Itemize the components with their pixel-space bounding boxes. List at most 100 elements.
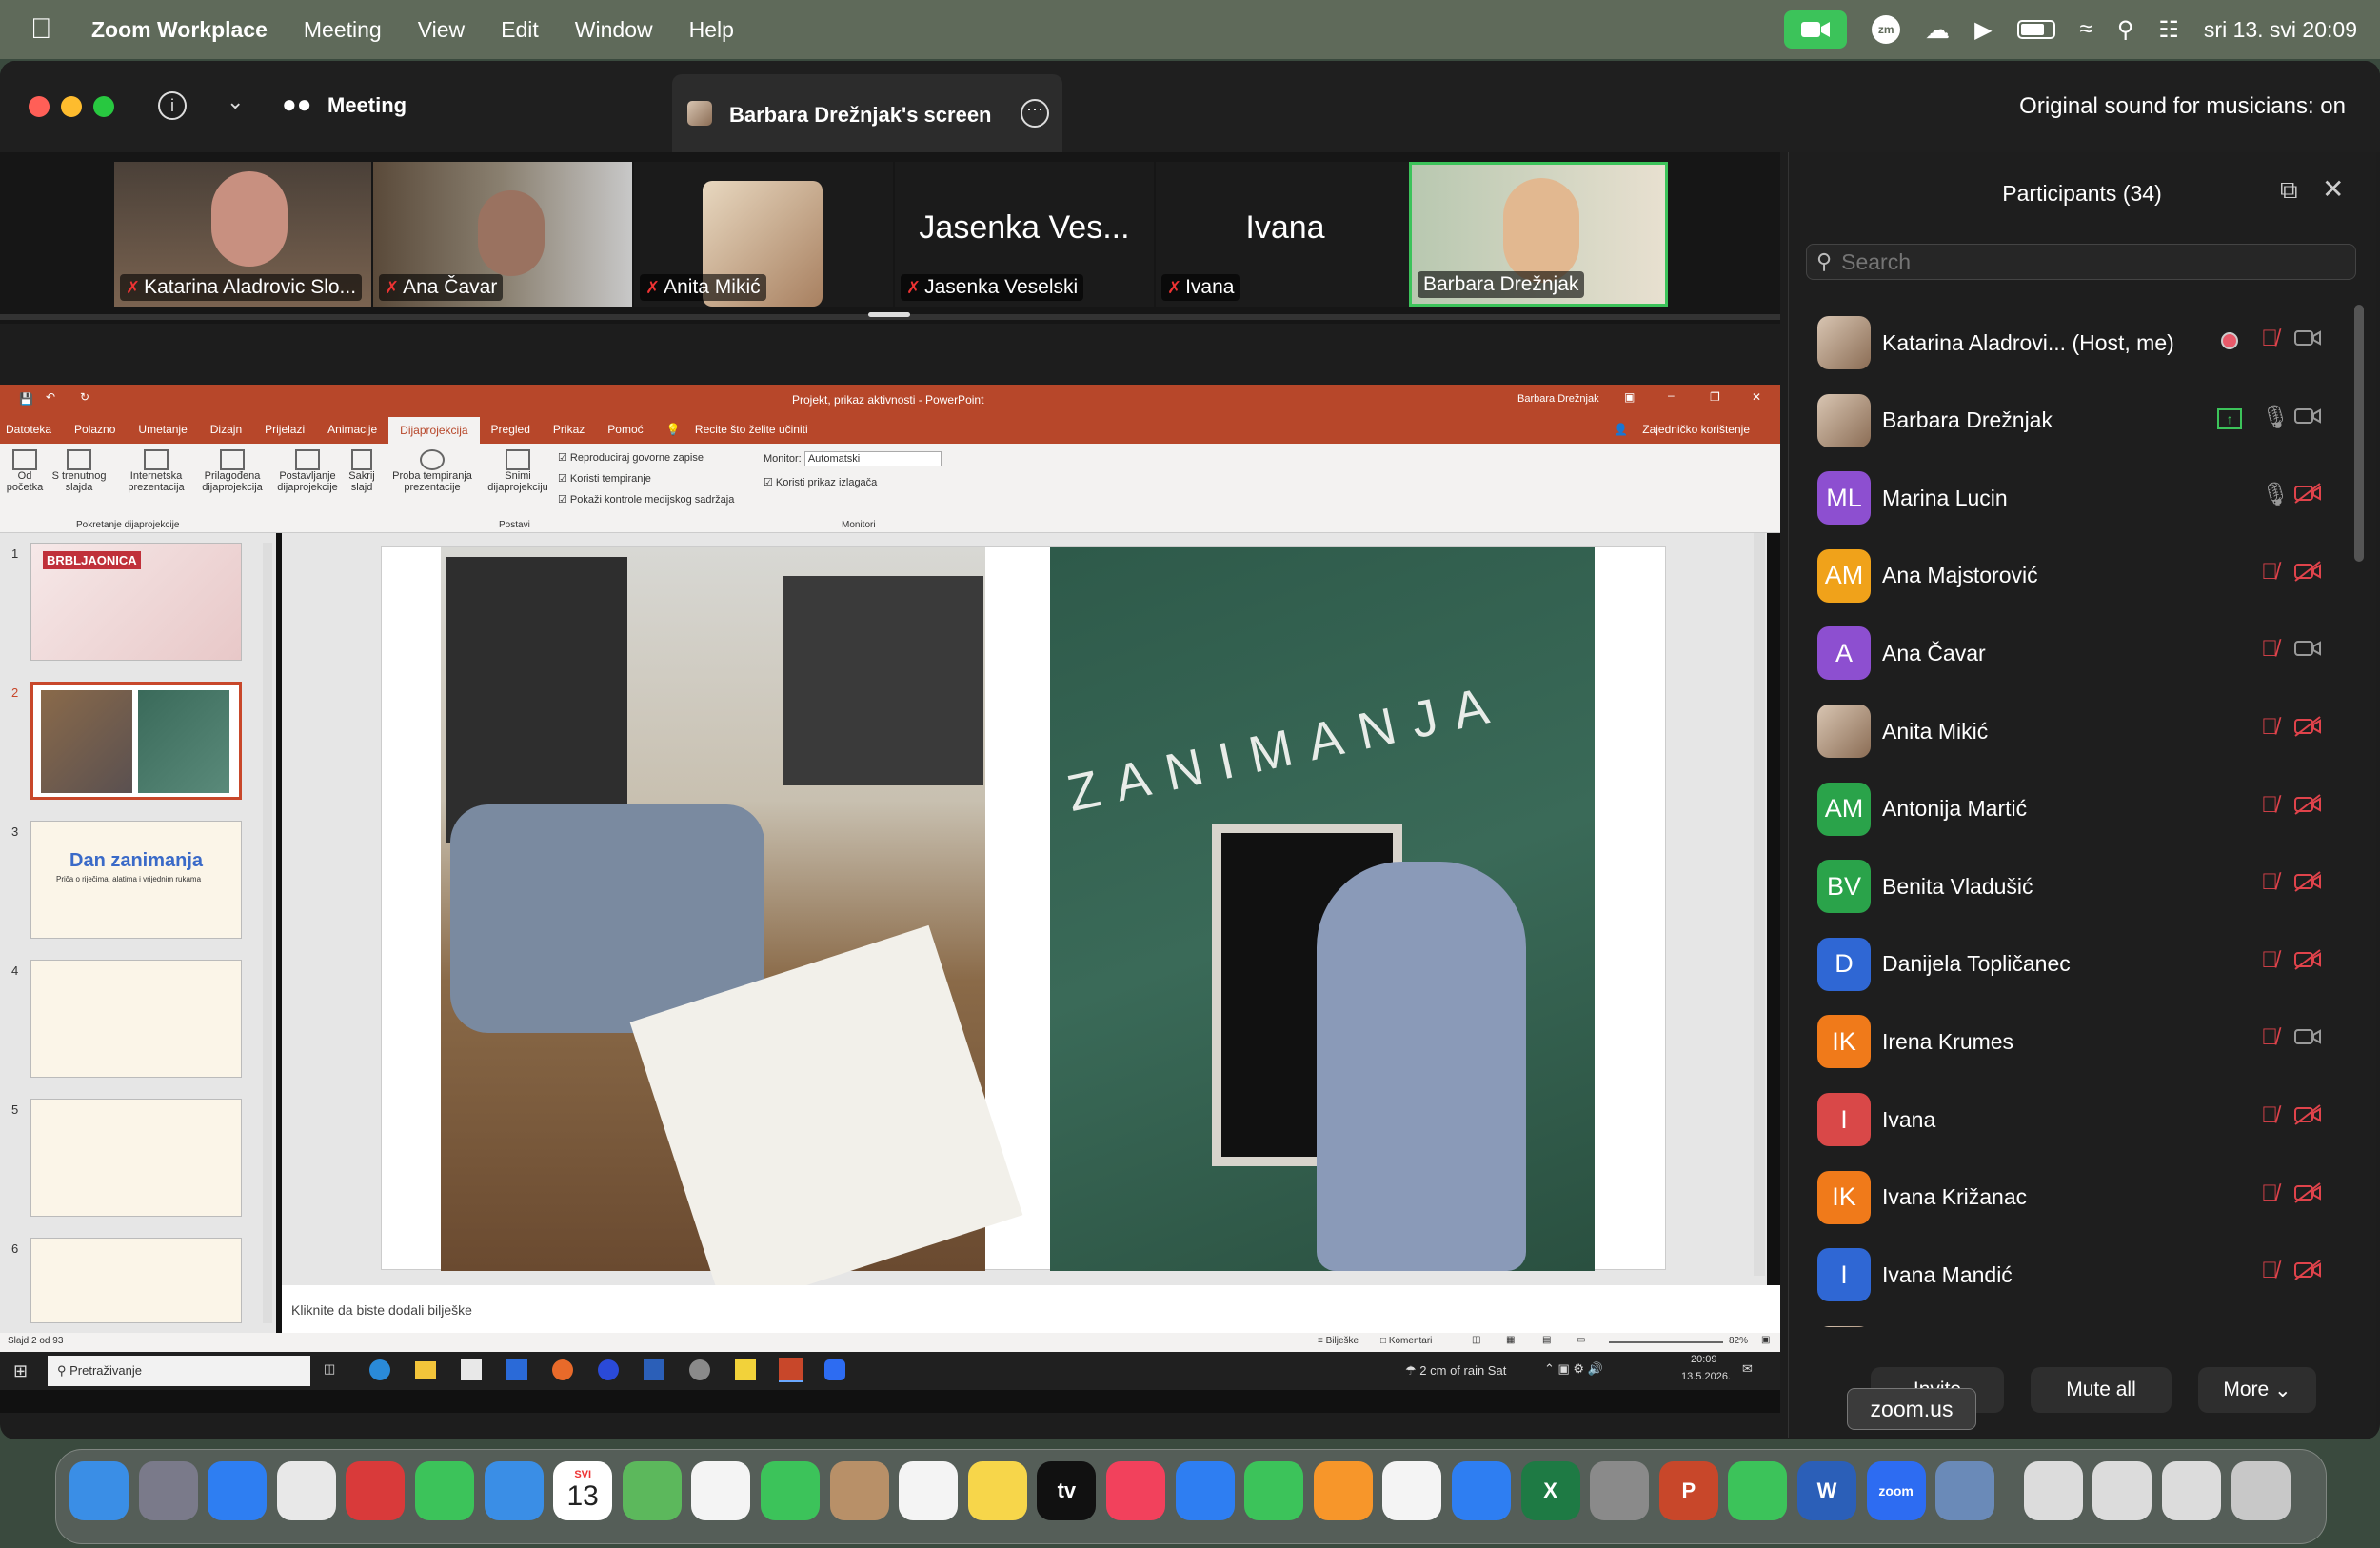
app-icon[interactable] <box>689 1359 710 1380</box>
checkbox-media-controls[interactable]: ☑ Pokaži kontrole medijskog sadržaja <box>558 493 734 506</box>
trash-icon[interactable] <box>2231 1461 2291 1520</box>
minimize-window-button[interactable] <box>61 96 82 117</box>
video-tile[interactable]: ✗ Anita Mikić <box>634 162 893 307</box>
record-slideshow-button[interactable]: Snimi dijaprojekciju <box>480 449 556 493</box>
share-button[interactable]: 👤 Zajedničko korištenje <box>1602 423 1780 436</box>
participant-row[interactable]: D Danijela Topličanec 🎙̸ <box>1817 926 2331 1002</box>
video-icon[interactable] <box>2293 406 2322 433</box>
battery-icon[interactable] <box>2016 20 2055 39</box>
video-icon[interactable] <box>2293 1026 2322 1054</box>
video-off-icon[interactable] <box>2293 793 2322 822</box>
video-off-icon[interactable] <box>2293 1260 2322 1287</box>
mic-muted-icon[interactable]: 🎙̸ <box>2261 559 2278 585</box>
pop-out-icon[interactable]: ⧉ <box>2280 175 2298 206</box>
participant-row[interactable]: BV Benita Vladušić 🎙̸ <box>1817 848 2331 924</box>
mic-muted-icon[interactable]: 🎙̸ <box>2261 326 2278 352</box>
wifi-icon[interactable]: ≈ <box>2080 16 2092 43</box>
video-off-icon[interactable] <box>2293 1104 2322 1132</box>
minimize-icon[interactable]: – <box>1668 388 1675 402</box>
firefox-icon[interactable] <box>552 1359 573 1380</box>
calendar-icon[interactable]: SVI 13 <box>553 1461 613 1520</box>
current-slide[interactable]: ZANIMANJA <box>381 546 1666 1313</box>
comments-toggle[interactable]: □ Komentari <box>1380 1336 1432 1346</box>
save-icon[interactable]: 💾 <box>19 392 33 406</box>
slide-thumbnail[interactable] <box>30 960 242 1078</box>
tab-home[interactable]: Polazno <box>63 423 127 436</box>
zoom-slider[interactable] <box>1609 1341 1723 1343</box>
cloud-sync-icon[interactable]: ☁ <box>1925 15 1950 45</box>
ppt-user-name[interactable]: Barbara Drežnjak <box>1517 393 1599 405</box>
menu-meeting[interactable]: Meeting <box>304 17 382 43</box>
word-icon[interactable]: W <box>1797 1461 1856 1520</box>
slide-thumbnail[interactable]: BRBLJAONICA <box>30 543 242 661</box>
slideshow-view-icon[interactable]: ▭ <box>1577 1335 1585 1345</box>
mic-muted-icon[interactable]: 🎙̸ <box>2261 1181 2278 1207</box>
excel-icon[interactable]: X <box>1520 1461 1580 1520</box>
taskbar-time[interactable]: 20:09 <box>1691 1354 1717 1365</box>
mute-all-button[interactable]: Mute all <box>2031 1367 2172 1413</box>
video-off-icon[interactable] <box>2293 561 2322 588</box>
preview-icon[interactable] <box>1935 1461 1995 1520</box>
appstore-icon[interactable] <box>1452 1461 1511 1520</box>
notifications-icon[interactable]: ✉ <box>1742 1361 1753 1377</box>
stack-icon[interactable] <box>2092 1461 2152 1520</box>
chevron-down-icon[interactable]: ⌄ <box>227 89 244 114</box>
more-button[interactable]: More ⌄ <box>2198 1367 2316 1413</box>
facetime-icon[interactable] <box>761 1461 820 1520</box>
music-icon[interactable] <box>1106 1461 1165 1520</box>
app-icon[interactable] <box>598 1359 619 1380</box>
video-icon[interactable] <box>2293 327 2322 355</box>
reading-view-icon[interactable]: ▤ <box>1542 1335 1551 1345</box>
participants-search[interactable]: ⚲ <box>1806 244 2356 280</box>
menu-edit[interactable]: Edit <box>501 17 539 43</box>
participant-row[interactable]: IK Ivana Križanac 🎙̸ <box>1817 1160 2331 1236</box>
participant-row[interactable]: I Ivana 🎙̸ <box>1817 1082 2331 1158</box>
video-off-icon[interactable] <box>2293 716 2322 744</box>
ribbon-display-icon[interactable]: ▣ <box>1624 390 1635 404</box>
taskbar-date[interactable]: 13.5.2026. <box>1681 1371 1731 1382</box>
rehearse-timings-button[interactable]: Proba tempiranja prezentacije <box>385 449 480 493</box>
fit-slide-icon[interactable]: ▣ <box>1761 1335 1770 1345</box>
tab-transitions[interactable]: Prijelazi <box>253 423 316 436</box>
system-tray-icons[interactable]: ⌃ ▣ ⚙ 🔊 <box>1544 1361 1603 1377</box>
slide-scrollbar[interactable] <box>1754 533 1765 1276</box>
slide-thumbnail-selected[interactable] <box>30 682 242 800</box>
video-tile[interactable]: ✗ Ana Čavar <box>373 162 632 307</box>
checkbox-presenter-view[interactable]: ☑ Koristi prikaz izlagača <box>764 476 877 488</box>
stack-icon[interactable] <box>2162 1461 2221 1520</box>
file-explorer-icon[interactable] <box>415 1361 436 1379</box>
tell-me-search[interactable]: 💡 Recite što želite učiniti <box>655 423 831 436</box>
play-icon[interactable]: ▶ <box>1974 16 1992 44</box>
whatsapp-icon[interactable] <box>1728 1461 1788 1520</box>
maps-icon[interactable] <box>622 1461 682 1520</box>
participant-row[interactable]: Anita Mikić 🎙̸ <box>1817 693 2331 769</box>
redo-icon[interactable]: ↻ <box>80 390 89 404</box>
task-view-icon[interactable]: ◫ <box>324 1361 335 1377</box>
tab-slideshow[interactable]: Dijaprojekcija <box>388 417 480 444</box>
mic-muted-icon[interactable]: 🎙̸ <box>2261 714 2278 741</box>
contacts-icon[interactable] <box>829 1461 889 1520</box>
video-tile[interactable]: ✗ Katarina Aladrovic Slo... <box>114 162 371 307</box>
tab-insert[interactable]: Umetanje <box>127 423 198 436</box>
slide-thumbnail[interactable]: Dan zanimanja Priča o riječima, alatima i… <box>30 821 242 939</box>
stack-icon[interactable] <box>2023 1461 2083 1520</box>
mail-icon[interactable] <box>484 1461 544 1520</box>
normal-view-icon[interactable]: ◫ <box>1472 1335 1480 1345</box>
participant-row[interactable]: A Ana Čavar 🎙̸ <box>1817 615 2331 691</box>
windows-start-icon[interactable]: ⊞ <box>13 1361 28 1381</box>
original-sound-status[interactable]: Original sound for musicians: on <box>2019 93 2346 120</box>
video-off-icon[interactable] <box>2293 871 2322 899</box>
close-icon[interactable]: ✕ <box>1752 390 1761 404</box>
menu-app-name[interactable]: Zoom Workplace <box>91 17 268 43</box>
meeting-label[interactable]: Meeting <box>327 93 407 118</box>
video-tile-active-speaker[interactable]: Barbara Drežnjak <box>1409 162 1668 307</box>
tab-review[interactable]: Pregled <box>480 423 542 436</box>
photos-icon[interactable] <box>691 1461 751 1520</box>
zoom-level[interactable]: 82% <box>1729 1336 1748 1346</box>
video-off-icon[interactable] <box>2293 949 2322 977</box>
zotero-icon[interactable] <box>346 1461 406 1520</box>
video-tile[interactable]: Ivana ✗ Ivana <box>1156 162 1415 307</box>
participant-row[interactable]: AM Ana Majstorović 🎙̸ <box>1817 538 2331 614</box>
taskbar-search[interactable]: ⚲ Pretraživanje <box>48 1356 310 1386</box>
notes-icon[interactable] <box>967 1461 1027 1520</box>
